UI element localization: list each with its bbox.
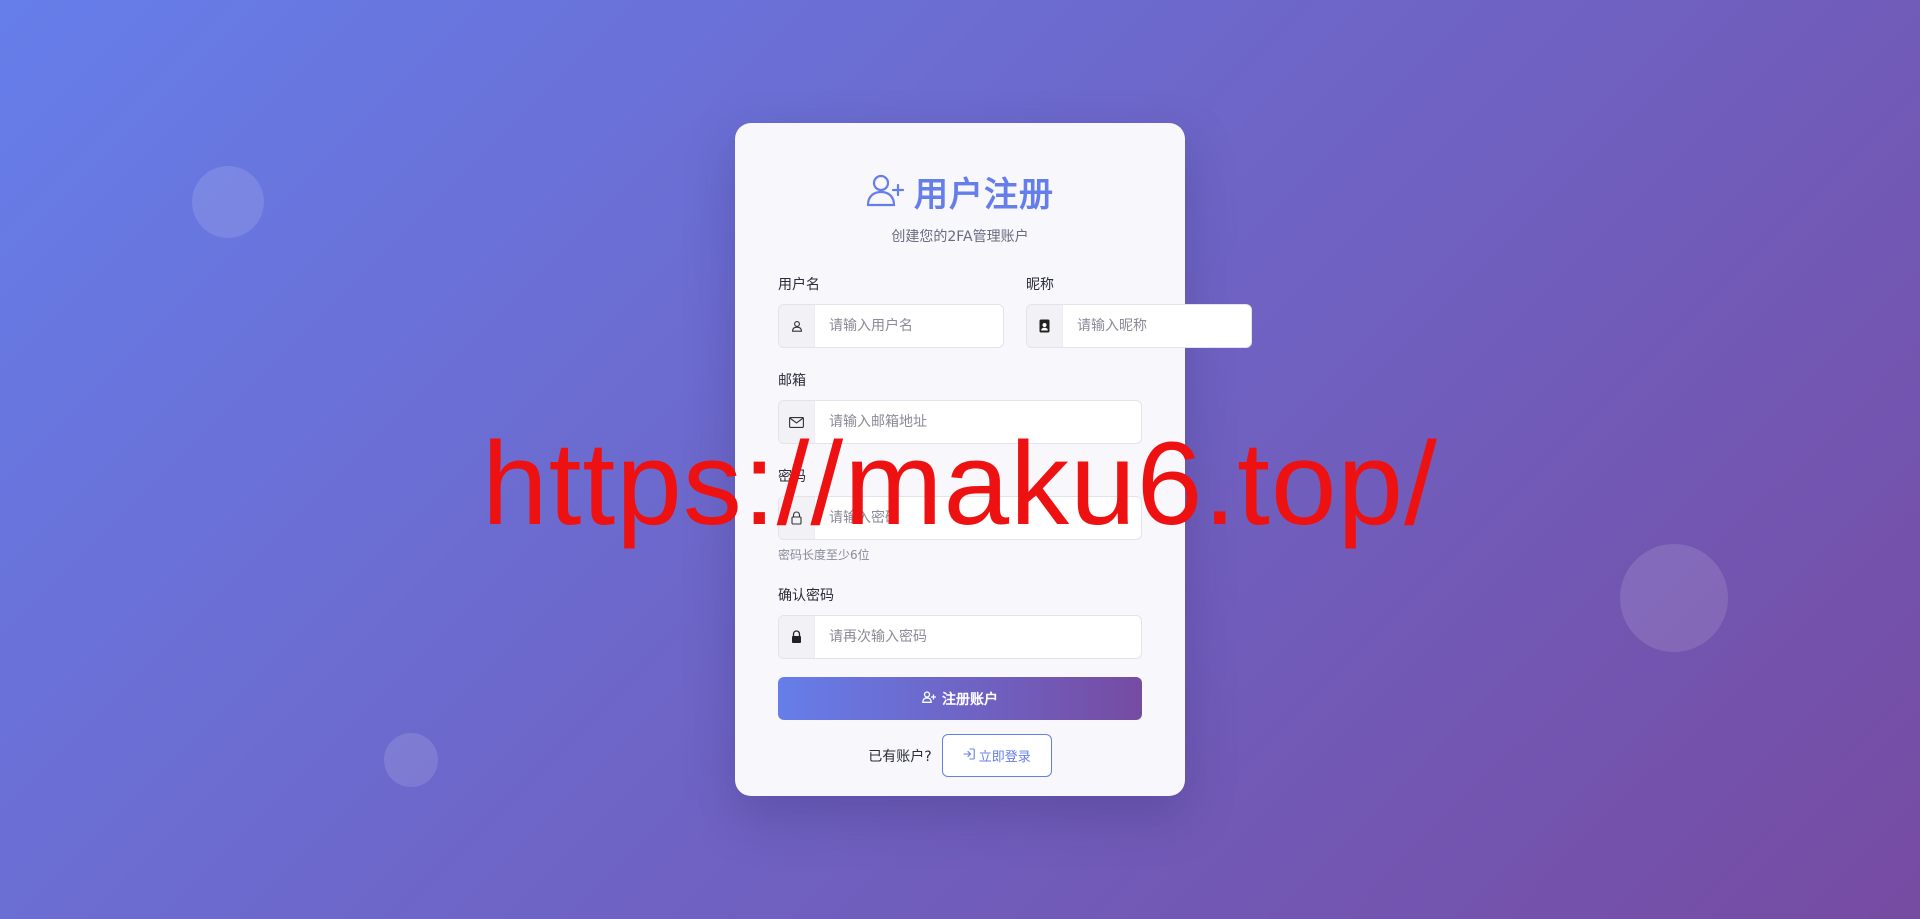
login-button[interactable]: 立即登录	[941, 734, 1052, 777]
login-footer: 已有账户? 立即登录	[778, 734, 1142, 777]
password-hint: 密码长度至少6位	[778, 548, 870, 562]
id-badge-icon	[1027, 305, 1063, 347]
envelope-icon	[779, 401, 815, 443]
register-button-label: 注册账户	[942, 691, 998, 708]
email-field: 邮箱	[778, 372, 1142, 444]
sign-in-icon	[963, 747, 975, 764]
email-input-group	[778, 400, 1142, 444]
nickname-label: 昵称	[1026, 277, 1054, 293]
nickname-input-group	[1026, 304, 1252, 348]
confirm-password-input[interactable]	[815, 616, 1141, 658]
user-plus-icon	[922, 690, 937, 707]
password-label: 密码	[778, 469, 806, 485]
background-bubble	[384, 733, 438, 787]
username-field: 用户名	[778, 276, 1004, 348]
card-header: 用户注册 创建您的2FA管理账户	[778, 167, 1142, 246]
confirm-password-label: 确认密码	[778, 588, 834, 604]
have-account-text: 已有账户?	[868, 748, 932, 765]
username-input[interactable]	[815, 305, 1003, 347]
username-label: 用户名	[778, 277, 820, 293]
lock-icon	[779, 616, 815, 658]
lock-icon	[779, 497, 815, 539]
user-plus-icon	[866, 173, 905, 211]
nickname-field: 昵称	[1026, 276, 1252, 348]
confirm-password-field: 确认密码	[778, 587, 1142, 659]
nickname-input[interactable]	[1063, 305, 1251, 347]
user-icon	[779, 305, 815, 347]
register-card: 用户注册 创建您的2FA管理账户 用户名 昵称	[735, 123, 1252, 796]
page-title: 用户注册	[914, 175, 1054, 215]
background-bubble	[192, 166, 264, 238]
username-input-group	[778, 304, 1004, 348]
login-button-label: 立即登录	[978, 750, 1031, 765]
name-row: 用户名 昵称	[778, 276, 1252, 348]
title-row: 用户注册	[778, 167, 1142, 216]
password-field: 密码 密码长度至少6位	[778, 468, 1142, 563]
background-bubble	[1620, 544, 1728, 652]
email-input[interactable]	[815, 401, 1141, 443]
page-subtitle: 创建您的2FA管理账户	[891, 229, 1029, 245]
register-button[interactable]: 注册账户	[778, 677, 1142, 720]
password-input-group	[778, 496, 1142, 540]
email-label: 邮箱	[778, 373, 806, 389]
password-input[interactable]	[815, 497, 1141, 539]
confirm-password-input-group	[778, 615, 1142, 659]
